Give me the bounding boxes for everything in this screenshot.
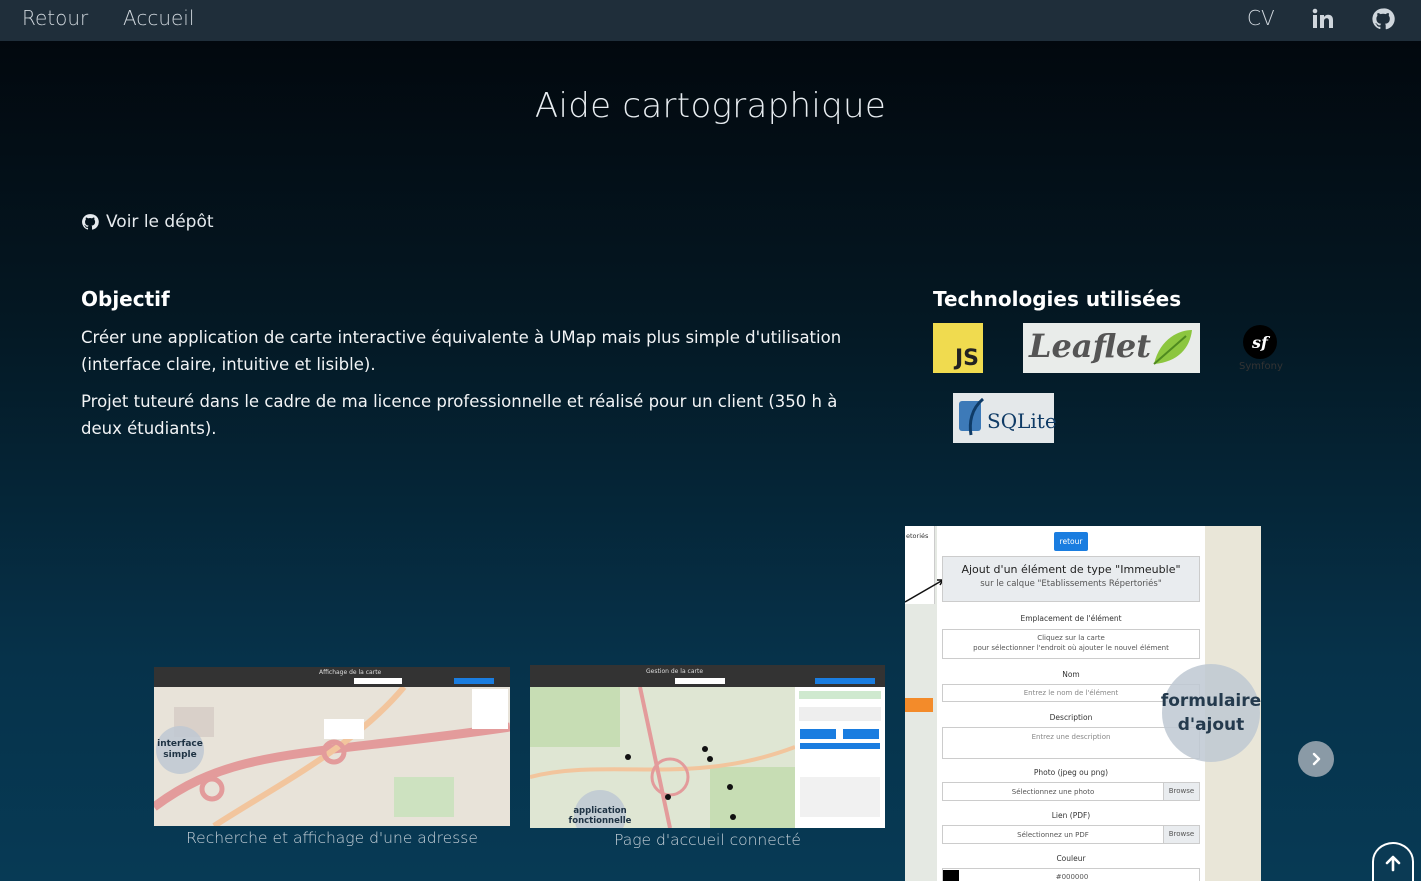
- thumb-topbar-title: Gestion de la carte: [646, 668, 704, 675]
- featured-back-button-label: retour: [1059, 537, 1083, 546]
- carousel-next-button[interactable]: [1298, 741, 1334, 777]
- thumb-topbar-title: Affichage de la carte: [319, 669, 382, 676]
- arrow-icon: [905, 579, 945, 603]
- featured-bubble: formulaire d'ajout: [1161, 664, 1261, 762]
- symfony-logo-mark: sf: [1252, 332, 1268, 352]
- nav-cv-link[interactable]: CV: [1247, 6, 1275, 30]
- carousel-caption-1: Recherche et affichage d'une adresse: [186, 829, 478, 847]
- featured-pdf-label: Lien (PDF): [1051, 811, 1091, 820]
- featured-photo-browse-button[interactable]: Browse: [1163, 783, 1199, 800]
- featured-pdf-placeholder: Sélectionnez un PDF: [1017, 831, 1089, 839]
- repo-link[interactable]: Voir le dépôt: [81, 210, 214, 234]
- leaflet-logo: Leaflet: [1023, 323, 1200, 373]
- featured-location-hint-1: Cliquez sur la carte: [1037, 634, 1105, 642]
- featured-color-value: #000000: [1055, 873, 1089, 881]
- featured-photo-input[interactable]: Sélectionnez une photo Browse: [942, 782, 1200, 801]
- repo-link-label: Voir le dépôt: [106, 212, 214, 232]
- featured-location-label: Emplacement de l'élément: [1020, 614, 1122, 623]
- featured-color-input[interactable]: #000000: [942, 868, 1200, 881]
- objective-paragraph-2: Projet tuteuré dans le cadre de ma licen…: [81, 392, 838, 438]
- javascript-logo-text: JS: [954, 346, 979, 371]
- featured-back-button[interactable]: retour: [1054, 532, 1088, 551]
- javascript-logo: JS: [933, 323, 983, 373]
- featured-pdf-input[interactable]: Sélectionnez un PDF Browse: [942, 825, 1200, 844]
- sqlite-logo-text: SQLite: [987, 409, 1057, 433]
- feather-icon: [959, 397, 985, 436]
- featured-location-hint-2: pour sélectionner l'endroit où ajouter l…: [973, 644, 1169, 652]
- objective-paragraph-1: Créer une application de carte interacti…: [81, 328, 842, 374]
- nav-back-link[interactable]: Retour: [22, 6, 88, 30]
- carousel-featured-slide[interactable]: etoriés retour Ajout d'un élément de typ…: [905, 526, 1261, 881]
- featured-color-label: Couleur: [1056, 854, 1086, 863]
- technologies-heading: Technologies utilisées: [933, 287, 1182, 311]
- leaflet-logo-text: Leaflet: [1029, 327, 1151, 365]
- carousel-caption-2: Page d'accueil connecté: [614, 831, 801, 849]
- page-title: Aide cartographique: [534, 86, 887, 126]
- featured-photo-placeholder: Sélectionnez une photo: [1011, 788, 1095, 796]
- featured-form-header: Ajout d'un élément de type "Immeuble" su…: [942, 556, 1200, 602]
- github-icon: [81, 213, 99, 231]
- linkedin-icon[interactable]: [1311, 7, 1335, 31]
- arrow-up-icon: [1385, 855, 1401, 871]
- leaf-icon: [1153, 330, 1192, 365]
- featured-photo-label: Photo (jpeg ou png): [1033, 768, 1109, 777]
- sqlite-logo: SQLite: [953, 393, 1057, 443]
- screenshot-address-search: Affichage de la carte interface simple: [154, 667, 510, 826]
- featured-pdf-browse-button[interactable]: Browse: [1163, 826, 1199, 843]
- featured-form-subtitle: sur le calque "Etablissements Répertorié…: [980, 579, 1162, 589]
- featured-side-label: etoriés: [906, 532, 929, 540]
- github-icon[interactable]: [1371, 7, 1395, 31]
- scroll-to-top-button[interactable]: [1372, 842, 1414, 881]
- featured-name-label: Nom: [1062, 670, 1080, 679]
- screenshot-home-connected: Gestion de la carte application fonction…: [530, 665, 885, 828]
- top-navbar: Retour Accueil CV: [0, 0, 1421, 41]
- objective-heading: Objectif: [81, 287, 170, 311]
- featured-location-field[interactable]: Cliquez sur la carte pour sélectionner l…: [942, 629, 1200, 659]
- chevron-right-icon: [1312, 752, 1321, 766]
- thumb-bubble: interface simple: [156, 726, 204, 774]
- featured-form-title: Ajout d'un élément de type "Immeuble": [961, 563, 1181, 576]
- symfony-logo-text: Symfony: [1239, 361, 1283, 372]
- symfony-logo: sf Symfony: [1236, 323, 1286, 373]
- nav-home-link[interactable]: Accueil: [123, 6, 194, 30]
